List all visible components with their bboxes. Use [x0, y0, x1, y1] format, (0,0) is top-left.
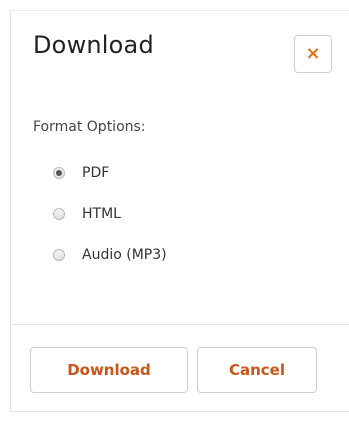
download-dialog: Download × Format Options: PDF HTML Audi…: [10, 10, 349, 412]
footer-divider: [11, 324, 349, 325]
radio-html[interactable]: [53, 208, 65, 220]
format-option-pdf[interactable]: PDF: [53, 163, 167, 183]
radio-pdf[interactable]: [53, 167, 65, 179]
close-icon: ×: [305, 43, 321, 64]
format-option-audio[interactable]: Audio (MP3): [53, 245, 167, 265]
option-label-pdf: PDF: [82, 165, 110, 181]
format-option-html[interactable]: HTML: [53, 204, 167, 224]
option-label-html: HTML: [82, 206, 121, 222]
cancel-button[interactable]: Cancel: [197, 347, 317, 393]
close-button[interactable]: ×: [294, 35, 332, 73]
download-button[interactable]: Download: [30, 347, 188, 393]
format-options-label: Format Options:: [33, 119, 146, 135]
option-label-audio: Audio (MP3): [82, 247, 167, 263]
format-options-group: PDF HTML Audio (MP3): [53, 163, 167, 286]
radio-audio[interactable]: [53, 249, 65, 261]
dialog-title: Download: [33, 31, 154, 59]
